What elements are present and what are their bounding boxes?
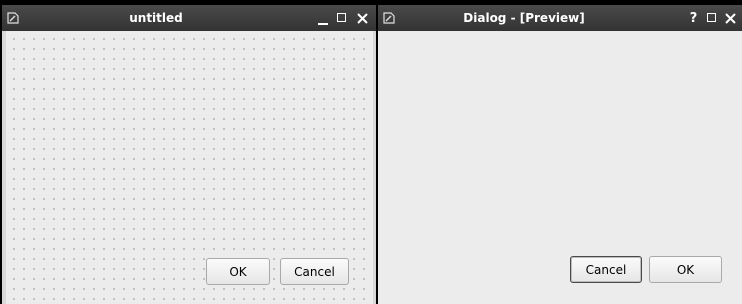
help-icon[interactable]: ? xyxy=(687,12,700,25)
cancel-button[interactable]: Cancel xyxy=(570,256,642,283)
close-icon[interactable] xyxy=(356,12,369,25)
ok-button[interactable]: OK xyxy=(206,258,270,285)
close-icon[interactable] xyxy=(724,12,737,25)
ok-button[interactable]: OK xyxy=(649,256,722,283)
window-title: untitled xyxy=(129,11,183,25)
design-canvas[interactable]: OK Cancel xyxy=(6,31,373,304)
title-bar[interactable]: untitled xyxy=(2,5,376,31)
dialog-body: Cancel OK xyxy=(379,31,742,304)
dialog-preview-window: Dialog - [Preview] ? Cancel OK xyxy=(378,5,742,304)
title-bar[interactable]: Dialog - [Preview] ? xyxy=(378,5,742,31)
maximize-icon[interactable] xyxy=(707,13,716,22)
form-designer-window: untitled OK Cancel xyxy=(2,5,376,304)
cancel-button[interactable]: Cancel xyxy=(280,258,349,285)
maximize-icon[interactable] xyxy=(337,13,346,22)
minimize-icon[interactable] xyxy=(318,23,328,25)
window-title: Dialog - [Preview] xyxy=(463,11,585,25)
